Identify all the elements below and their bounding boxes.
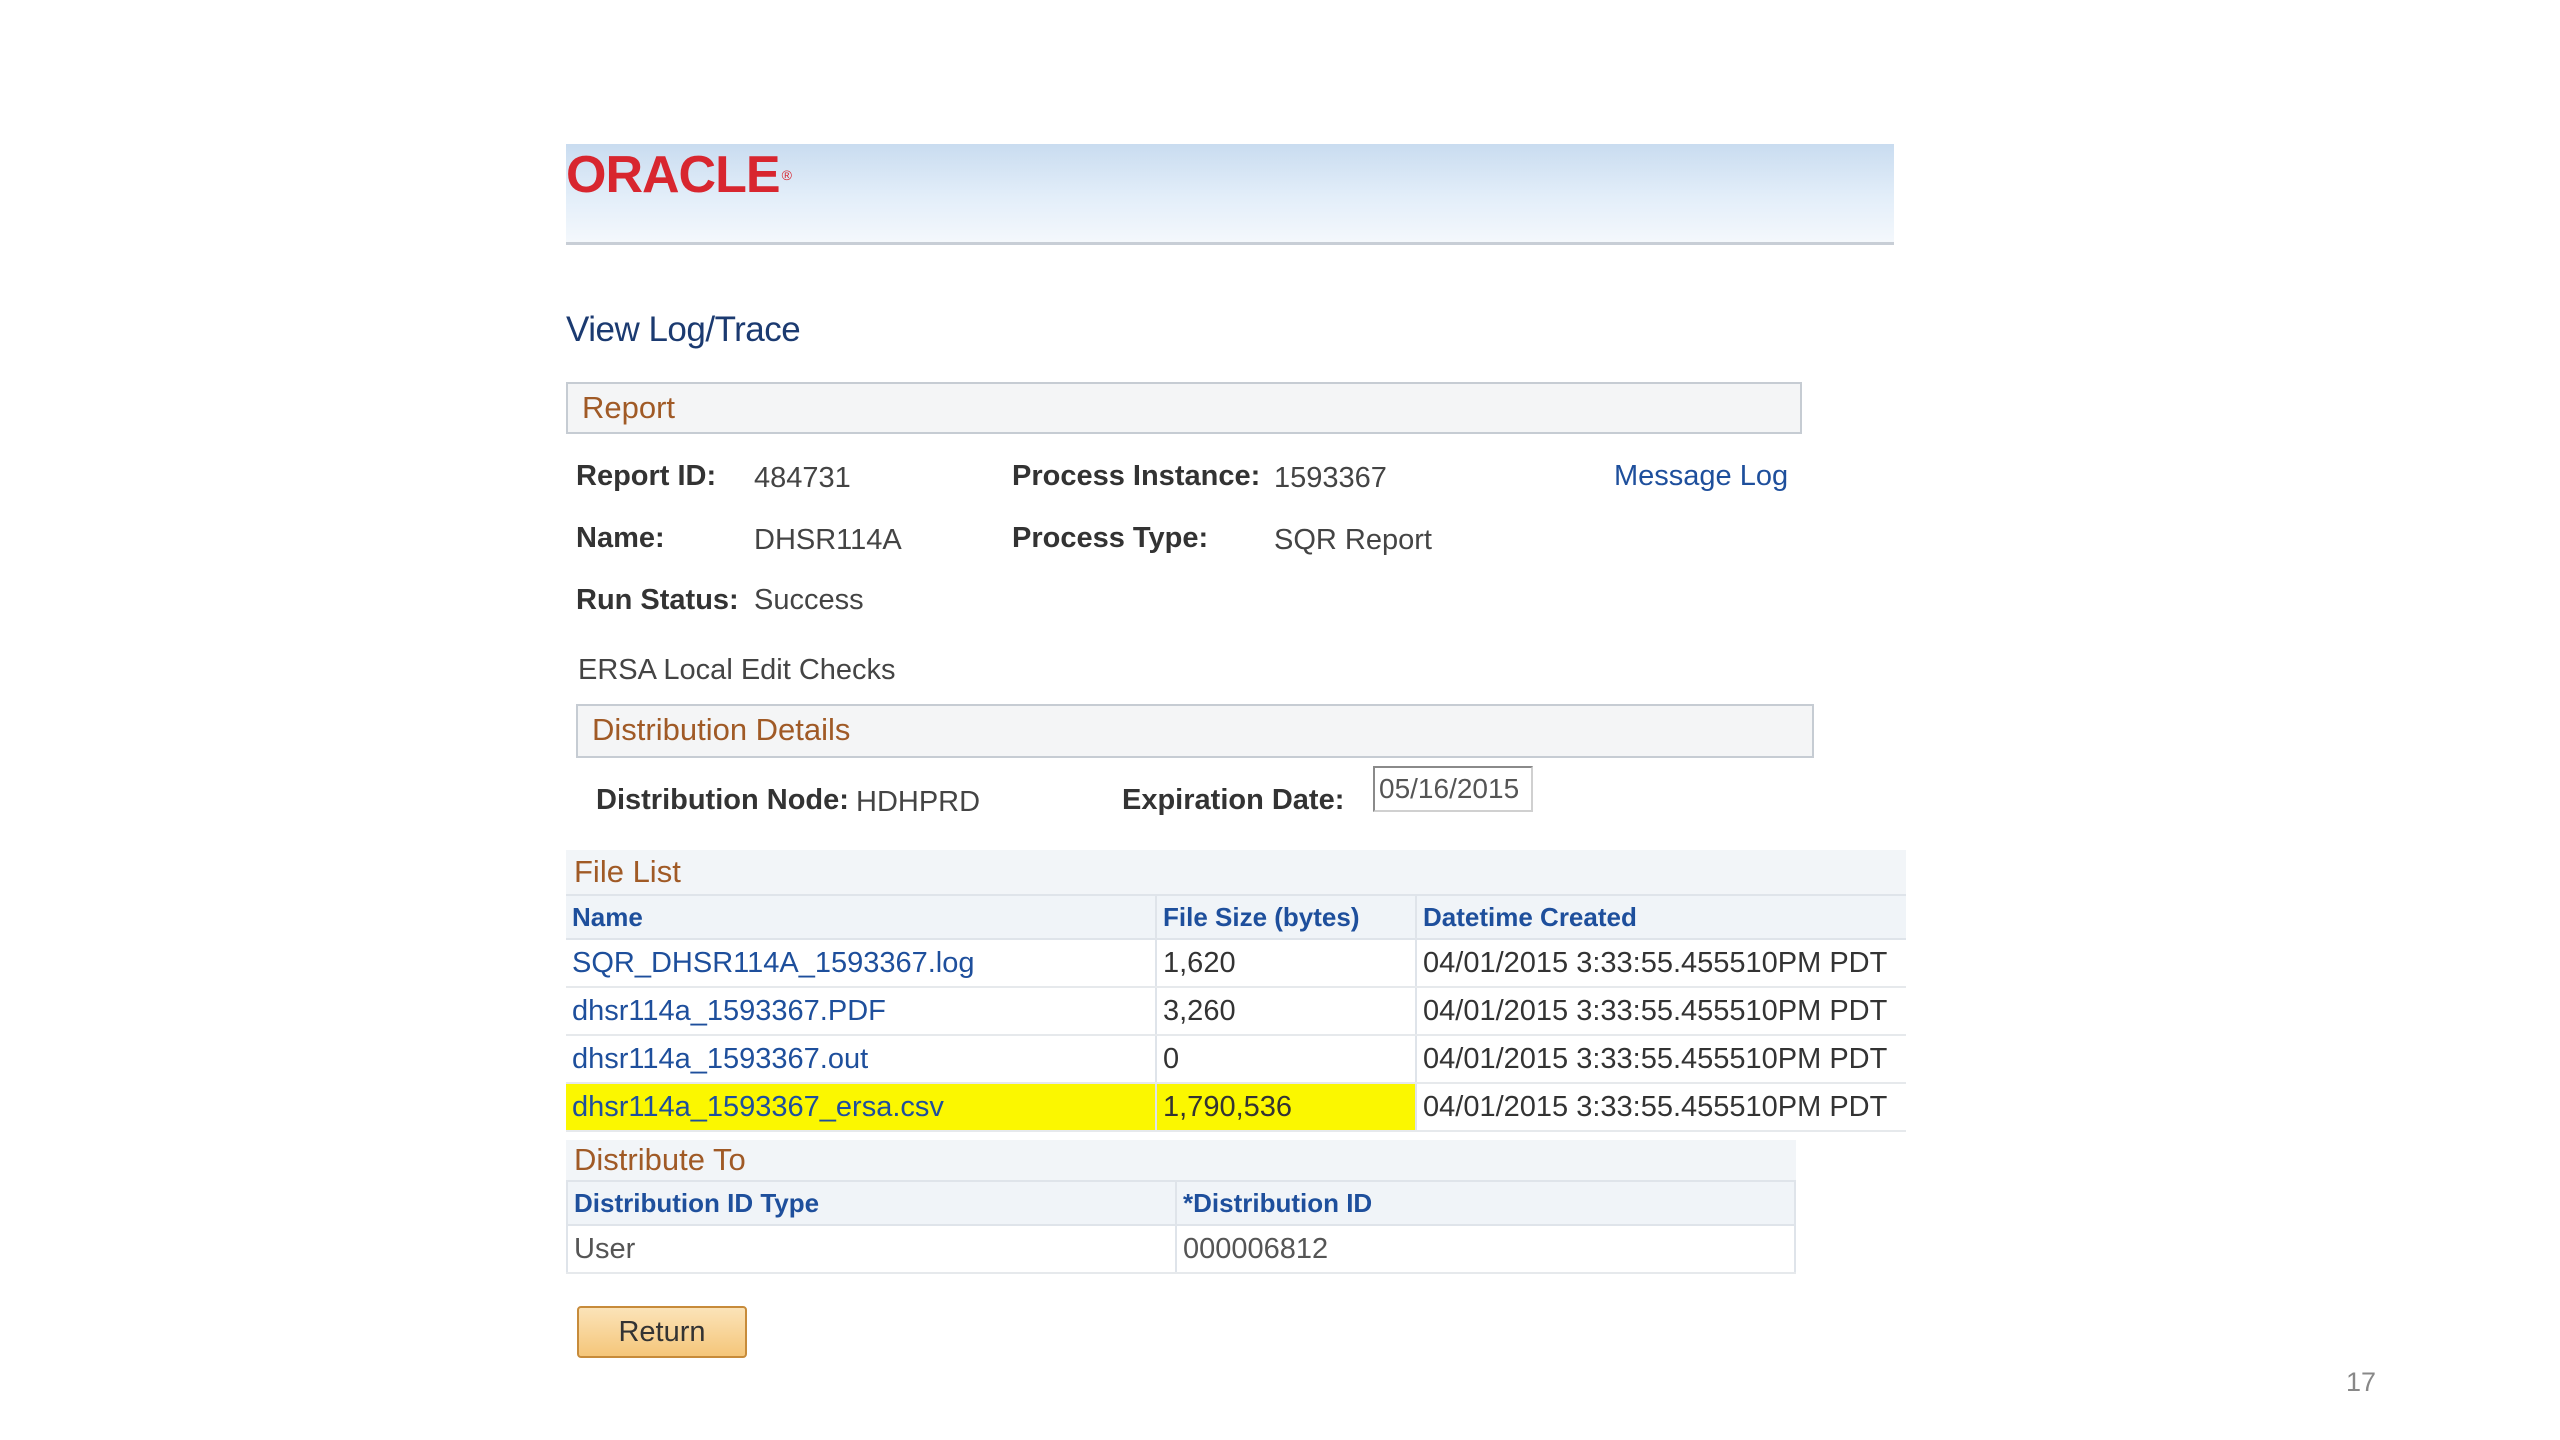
file-list-title: File List [574, 854, 681, 889]
distribution-id-type-cell: User [567, 1225, 1176, 1274]
report-id-label: Report ID: [576, 460, 717, 492]
distribution-id-cell: 000006812 [1174, 1225, 1795, 1274]
column-header-distribution-id[interactable]: *Distribution ID [1174, 1180, 1795, 1226]
distribution-details-title: Distribution Details [592, 712, 851, 747]
message-log-link[interactable]: Message Log [1614, 460, 1788, 493]
file-size-cell: 1,620 [1155, 939, 1416, 988]
run-status-label: Run Status: [576, 584, 739, 616]
column-header-datetime[interactable]: Datetime Created [1415, 894, 1906, 940]
file-list-title-bar [566, 850, 1906, 894]
table-row: User 000006812 [567, 1225, 1795, 1274]
name-value: DHSR114A [754, 524, 902, 556]
distribute-to-title: Distribute To [574, 1142, 746, 1177]
file-list-grid: Name File Size (bytes) Datetime Created … [566, 894, 1906, 1132]
file-name-link[interactable]: dhsr114a_1593367_ersa.csv [566, 1083, 1156, 1132]
report-section-title: Report [582, 390, 676, 425]
trademark-mark: ® [781, 167, 792, 183]
expiration-date-input[interactable] [1373, 766, 1533, 812]
expiration-date-label: Expiration Date: [1122, 784, 1345, 816]
distribution-node-value: HDHPRD [856, 786, 981, 818]
file-name-link[interactable]: dhsr114a_1593367.out [566, 1035, 1156, 1084]
process-type-label: Process Type: [1012, 522, 1209, 554]
process-instance-label: Process Instance: [1012, 460, 1261, 492]
datetime-cell: 04/01/2015 3:33:55.455510PM PDT [1415, 1083, 1906, 1132]
run-status-value: Success [754, 584, 864, 616]
report-section-header: Report [566, 382, 1802, 434]
table-row: SQR_DHSR114A_1593367.log 1,620 04/01/201… [566, 939, 1906, 988]
file-name-link[interactable]: SQR_DHSR114A_1593367.log [566, 939, 1156, 988]
distribute-to-grid: Distribution ID Type *Distribution ID Us… [566, 1180, 1796, 1274]
distribution-node-label: Distribution Node: [596, 784, 849, 816]
file-name-link[interactable]: dhsr114a_1593367.PDF [566, 987, 1156, 1036]
table-row: dhsr114a_1593367.out 0 04/01/2015 3:33:5… [566, 1035, 1906, 1084]
file-size-cell: 3,260 [1155, 987, 1416, 1036]
logo-text: ORACLE [566, 146, 781, 204]
report-description: ERSA Local Edit Checks [578, 654, 896, 686]
report-id-value: 484731 [754, 462, 851, 494]
datetime-cell: 04/01/2015 3:33:55.455510PM PDT [1415, 987, 1906, 1036]
table-row-highlighted: dhsr114a_1593367_ersa.csv 1,790,536 04/0… [566, 1083, 1906, 1132]
distribution-details-header: Distribution Details [576, 704, 1814, 758]
process-instance-value: 1593367 [1274, 462, 1387, 494]
return-button[interactable]: Return [577, 1306, 747, 1358]
datetime-cell: 04/01/2015 3:33:55.455510PM PDT [1415, 1035, 1906, 1084]
file-size-cell: 0 [1155, 1035, 1416, 1084]
file-size-cell: 1,790,536 [1155, 1083, 1416, 1132]
distribute-to-header-row: Distribution ID Type *Distribution ID [567, 1180, 1795, 1226]
file-list-header-row: Name File Size (bytes) Datetime Created [566, 894, 1906, 940]
page-title: View Log/Trace [566, 310, 801, 349]
oracle-logo: ORACLE ® [566, 144, 792, 204]
name-label: Name: [576, 522, 665, 554]
column-header-distribution-id-type[interactable]: Distribution ID Type [567, 1180, 1176, 1226]
column-header-name[interactable]: Name [566, 894, 1156, 940]
slide-number: 17 [2346, 1367, 2377, 1397]
distribute-to-title-bar [566, 1140, 1796, 1180]
table-row: dhsr114a_1593367.PDF 3,260 04/01/2015 3:… [566, 987, 1906, 1036]
column-header-file-size[interactable]: File Size (bytes) [1155, 894, 1416, 940]
datetime-cell: 04/01/2015 3:33:55.455510PM PDT [1415, 939, 1906, 988]
process-type-value: SQR Report [1274, 524, 1432, 556]
